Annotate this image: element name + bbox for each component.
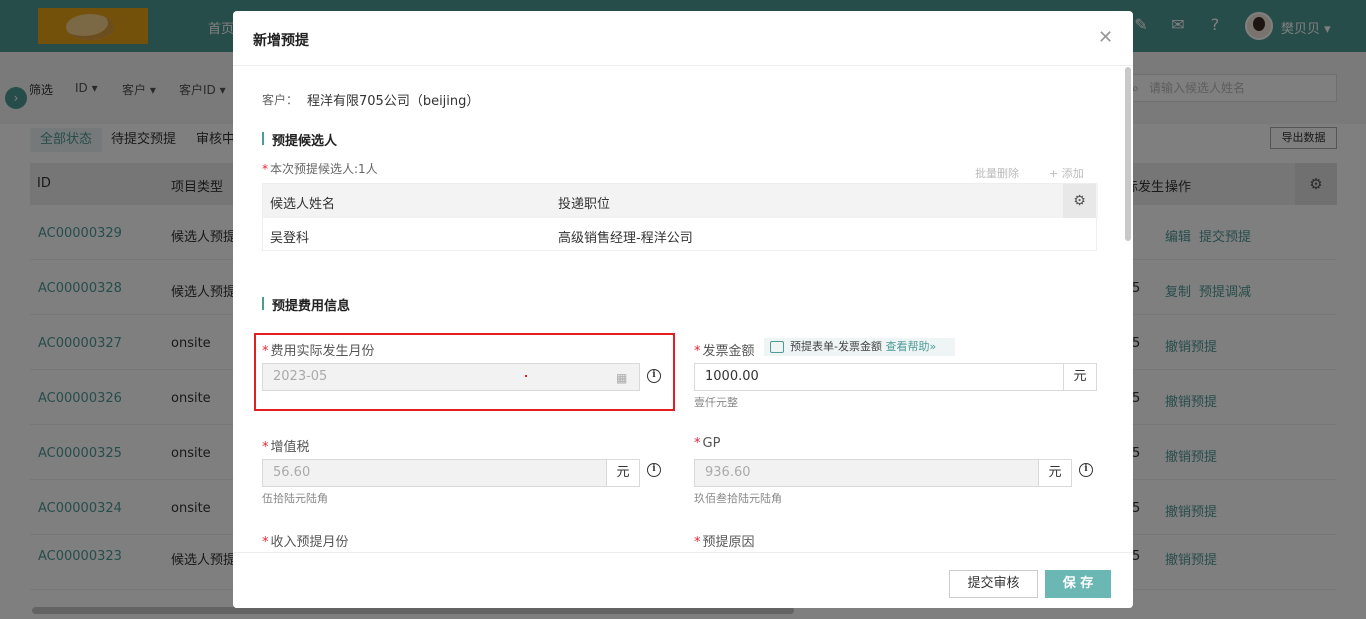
dialog-footer: 提交审核 保 存 — [233, 552, 1133, 608]
gp-label: * GP — [694, 436, 720, 451]
section-fee: 预提费用信息 — [262, 295, 350, 314]
vat-input[interactable]: 56.60 — [262, 459, 607, 487]
fee-month-input[interactable]: 2023-05 — [262, 363, 640, 391]
dialog-header: 新增预提 ✕ — [233, 11, 1133, 66]
reason-label: * 预提原因 — [694, 531, 755, 550]
gear-icon[interactable]: ⚙ — [1063, 184, 1096, 218]
required-mark: * — [694, 344, 701, 359]
required-mark: * — [262, 344, 269, 359]
invoice-unit: 元 — [1063, 363, 1097, 391]
help-tip: 预提表单-发票金额 查看帮助» — [764, 338, 955, 356]
required-mark: * — [694, 535, 701, 550]
section-candidates: 预提候选人 — [262, 130, 337, 149]
help-text: 预提表单-发票金额 — [790, 340, 882, 353]
invoice-amount-input[interactable]: 1000.00 — [694, 363, 1064, 391]
info-icon[interactable]: i — [647, 369, 661, 383]
invoice-hint: 壹仟元整 — [694, 396, 738, 409]
required-mark: * — [262, 162, 268, 176]
candidates-count: * 本次预提候选人:1人 — [262, 160, 378, 177]
gp-hint: 玖佰叁拾陆元陆角 — [694, 492, 782, 505]
vat-hint: 伍拾陆元陆角 — [262, 492, 328, 505]
vat-label: * 增值税 — [262, 436, 310, 455]
candidate-position: 高级销售经理-程洋公司 — [558, 231, 693, 246]
gp-label-text: GP — [702, 436, 721, 451]
add-accrual-dialog: 新增预提 ✕ 客户： 程洋有限705公司（beijing） 预提候选人 * 本次预… — [233, 11, 1133, 608]
info-icon[interactable]: i — [647, 463, 661, 477]
reason-label-text: 预提原因 — [702, 535, 755, 550]
required-mark: * — [694, 436, 701, 451]
gp-input[interactable]: 936.60 — [694, 459, 1039, 487]
customer-value: 程洋有限705公司（beijing） — [307, 94, 480, 109]
col-position: 投递职位 — [558, 197, 611, 212]
invoice-label-text: 发票金额 — [702, 344, 755, 359]
candidates-count-text: 本次预提候选人:1人 — [270, 162, 378, 176]
dialog-title: 新增预提 — [253, 33, 309, 49]
required-mark: * — [262, 440, 269, 455]
income-month-label: * 收入预提月份 — [262, 531, 349, 550]
col-candidate-name: 候选人姓名 — [270, 197, 336, 212]
income-month-label-text: 收入预提月份 — [270, 535, 349, 550]
submit-review-button[interactable]: 提交审核 — [949, 570, 1038, 598]
add-candidate-button[interactable]: + 添加 — [1049, 165, 1084, 181]
fee-month-label: * 费用实际发生月份 — [262, 340, 375, 359]
cursor-dot — [525, 375, 527, 377]
vat-unit: 元 — [606, 459, 640, 487]
calendar-icon[interactable]: ▦ — [616, 371, 627, 385]
fee-month-label-text: 费用实际发生月份 — [270, 344, 375, 359]
customer-label: 客户： — [262, 93, 299, 107]
close-icon[interactable]: ✕ — [1098, 27, 1113, 48]
save-button[interactable]: 保 存 — [1045, 570, 1111, 598]
candidates-table: 候选人姓名 投递职位 ⚙ 吴登科 高级销售经理-程洋公司 — [262, 183, 1098, 251]
candidates-table-header — [263, 184, 1098, 218]
required-mark: * — [262, 535, 269, 550]
candidate-name: 吴登科 — [270, 231, 310, 246]
invoice-label: * 发票金额 — [694, 340, 755, 359]
batch-delete-button[interactable]: 批量删除 — [975, 165, 1019, 181]
gp-unit: 元 — [1038, 459, 1072, 487]
dialog-scrollbar[interactable] — [1125, 67, 1131, 241]
info-icon[interactable]: i — [1079, 463, 1093, 477]
help-link[interactable]: 查看帮助» — [885, 340, 936, 353]
book-icon — [770, 341, 784, 353]
vat-label-text: 增值税 — [270, 440, 310, 455]
